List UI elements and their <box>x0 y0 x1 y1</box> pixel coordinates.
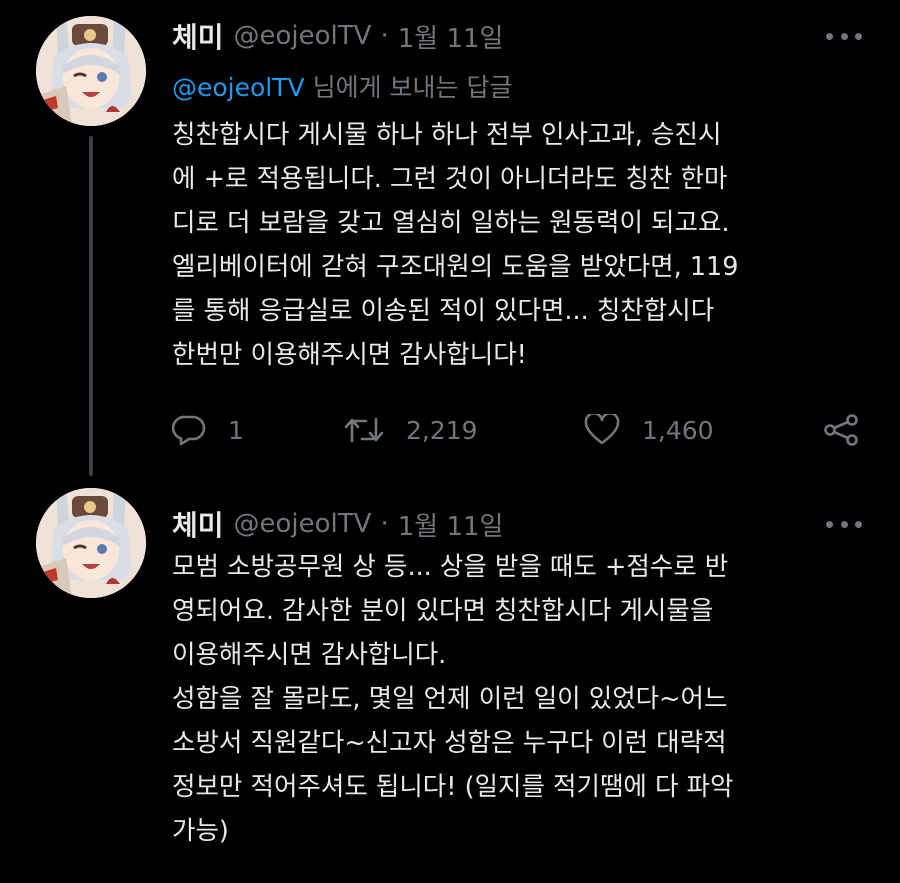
separator-dot: · <box>380 21 389 51</box>
heart-icon <box>584 414 620 445</box>
tweet-text-line: 모범 소방공무원 상 등... 상을 받을 때도 +점수로 반 <box>172 552 729 582</box>
separator-dot: · <box>380 509 389 539</box>
tweet[interactable]: 체미 @eojeolTV · 1월 11일 모범 소방공무원 상 등... 상을… <box>0 480 900 883</box>
reply-button[interactable]: 1 <box>172 405 244 455</box>
tweet-body: 칭찬합시다 게시물 하나 하나 전부 인사고과, 승진시 에 +로 적용됩니다.… <box>172 113 872 377</box>
avatar-image <box>36 488 146 598</box>
tweet-text-line: 정보만 적어주셔도 됩니다! (일지를 적기땜에 다 파악 <box>172 772 734 802</box>
tweet-text-line: 디로 더 보람을 갖고 열심히 일하는 원동력이 되고요. <box>172 208 730 238</box>
more-horizontal-icon[interactable] <box>826 30 862 42</box>
tweet-text-line: 에 +로 적용됩니다. 그런 것이 아니더라도 칭찬 한마 <box>172 164 728 194</box>
share-icon <box>824 414 858 446</box>
like-count: 1,460 <box>642 415 714 445</box>
retweet-button[interactable]: 2,219 <box>344 405 478 455</box>
tweet[interactable]: 체미 @eojeolTV · 1월 11일 @eojeolTV 님에게 보내는 … <box>0 0 900 476</box>
reply-count: 1 <box>228 415 244 445</box>
retweet-icon <box>344 417 384 443</box>
like-button[interactable]: 1,460 <box>584 405 714 455</box>
avatar[interactable] <box>36 488 146 598</box>
tweet-text-line: 한번만 이용해주시면 감사합니다! <box>172 340 527 370</box>
tweet-header: 체미 @eojeolTV · 1월 11일 <box>172 504 503 544</box>
user-handle[interactable]: @eojeolTV <box>234 509 372 539</box>
tweet-text-line: 칭찬합시다 게시물 하나 하나 전부 인사고과, 승진시 <box>172 120 722 150</box>
retweet-count: 2,219 <box>406 415 478 445</box>
tweet-text-line: 가능) <box>172 816 229 846</box>
tweet-text-line: 영되어요. 감사한 분이 있다면 칭찬합시다 게시물을 <box>172 596 714 626</box>
tweet-text-line: 이용해주시면 감사합니다. <box>172 640 447 670</box>
tweet-text-line: 소방서 직원같다~신고자 성함은 누구다 이런 대략적 <box>172 728 727 758</box>
avatar-image <box>36 16 146 126</box>
user-handle[interactable]: @eojeolTV <box>234 21 372 51</box>
tweet-text-line: 성함을 잘 몰라도, 몇일 언제 이런 일이 있었다~어느 <box>172 684 728 714</box>
tweet-actions: 1 2,219 1,460 <box>172 405 862 455</box>
thread-line <box>89 136 93 476</box>
tweet-date[interactable]: 1월 11일 <box>398 506 504 543</box>
reply-to-line: @eojeolTV 님에게 보내는 답글 <box>172 68 512 104</box>
reply-to-text: 님에게 보내는 답글 <box>304 73 513 102</box>
display-name[interactable]: 체미 <box>172 16 224 56</box>
share-button[interactable] <box>822 405 860 455</box>
reply-icon <box>172 415 206 446</box>
display-name[interactable]: 체미 <box>172 504 224 544</box>
reply-mention-link[interactable]: @eojeolTV <box>172 73 305 102</box>
tweet-date[interactable]: 1월 11일 <box>398 18 504 55</box>
tweet-text-line: 를 통해 응급실로 이송된 적이 있다면... 칭찬합시다 <box>172 296 715 326</box>
tweet-text-line: 엘리베이터에 갇혀 구조대원의 도움을 받았다면, 119 <box>172 252 739 282</box>
tweet-body: 모범 소방공무원 상 등... 상을 받을 때도 +점수로 반 영되어요. 감사… <box>172 545 872 853</box>
tweet-header: 체미 @eojeolTV · 1월 11일 <box>172 16 503 56</box>
avatar[interactable] <box>36 16 146 126</box>
more-horizontal-icon[interactable] <box>826 518 862 530</box>
